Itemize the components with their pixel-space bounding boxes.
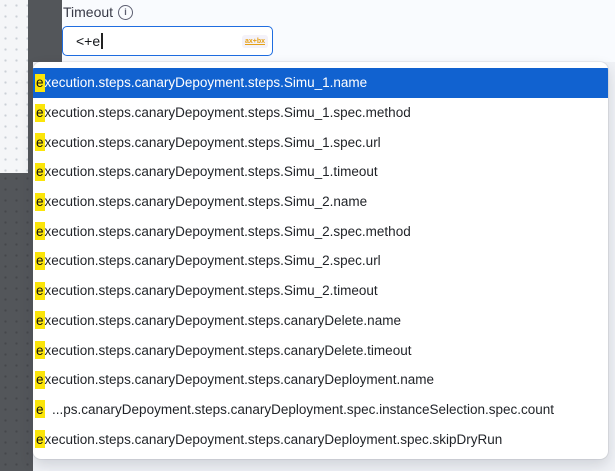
list-item[interactable]: execution.steps.canaryDepoyment.steps.Si… bbox=[33, 216, 608, 246]
item-path-text: xecution.steps.canaryDepoyment.steps.can… bbox=[45, 343, 412, 358]
timeout-label: Timeout bbox=[63, 4, 113, 20]
match-highlight: e bbox=[35, 133, 45, 151]
match-highlight: e bbox=[35, 222, 45, 240]
text-caret bbox=[101, 33, 103, 49]
item-path-text: xecution.steps.canaryDepoyment.steps.can… bbox=[45, 372, 434, 387]
list-item[interactable]: execution.steps.canaryDepoyment.steps.Si… bbox=[33, 127, 608, 157]
list-item[interactable]: execution.steps.canaryDepoyment.steps.Si… bbox=[33, 68, 608, 98]
list-item[interactable]: execution.steps.canaryDepoyment.steps.ca… bbox=[33, 365, 608, 395]
item-path-text: xecution.steps.canaryDepoyment.steps.Sim… bbox=[45, 253, 381, 268]
match-highlight: e bbox=[35, 252, 45, 270]
list-item[interactable]: execution.steps.canaryDepoyment.steps.Si… bbox=[33, 246, 608, 276]
match-highlight: e bbox=[35, 400, 45, 418]
timeout-input[interactable]: <+e ax+bx bbox=[62, 26, 273, 56]
match-highlight: e bbox=[35, 193, 45, 211]
item-path-text: xecution.steps.canaryDepoyment.steps.can… bbox=[45, 313, 401, 328]
list-item[interactable]: execution.steps.canaryDepoyment.steps.ca… bbox=[33, 424, 608, 454]
canvas-dark-region bbox=[0, 173, 33, 471]
item-path-text: xecution.steps.canaryDepoyment.steps.Sim… bbox=[45, 164, 378, 179]
list-item[interactable]: execution.steps.canaryDepoyment.steps.Si… bbox=[33, 276, 608, 306]
input-value: <+e bbox=[76, 33, 100, 49]
info-icon[interactable]: i bbox=[118, 5, 133, 20]
match-highlight: e bbox=[35, 341, 45, 359]
item-path-text: xecution.steps.canaryDepoyment.steps.Sim… bbox=[45, 224, 411, 239]
match-highlight: e bbox=[35, 311, 45, 329]
match-highlight: e bbox=[35, 163, 45, 181]
list-item[interactable]: execution.steps.canaryDepoyment.steps.ca… bbox=[33, 306, 608, 336]
match-highlight: e bbox=[35, 74, 45, 92]
expression-type-badge[interactable]: ax+bx bbox=[242, 35, 268, 48]
match-highlight: e bbox=[35, 282, 45, 300]
match-highlight: e bbox=[35, 104, 45, 122]
item-path-text: xecution.steps.canaryDepoyment.steps.Sim… bbox=[45, 105, 411, 120]
field-label-row: Timeout i bbox=[63, 4, 133, 20]
item-path-text: xecution.steps.canaryDepoyment.steps.Sim… bbox=[45, 135, 381, 150]
timeout-field-group: Timeout i <+e ax+bx bbox=[62, 0, 615, 62]
match-highlight: e bbox=[35, 371, 45, 389]
list-item[interactable]: execution.steps.canaryDepoyment.steps.Si… bbox=[33, 157, 608, 187]
list-item[interactable]: e ...ps.canaryDepoyment.steps.canaryDepl… bbox=[33, 395, 608, 425]
item-path-text: xecution.steps.canaryDepoyment.steps.can… bbox=[45, 432, 503, 447]
item-path-text: xecution.steps.canaryDepoyment.steps.Sim… bbox=[45, 194, 368, 209]
item-path-text: xecution.steps.canaryDepoyment.steps.Sim… bbox=[45, 283, 378, 298]
item-path-text: xecution.steps.canaryDepoyment.steps.Sim… bbox=[45, 75, 368, 90]
match-highlight: e bbox=[35, 430, 45, 448]
list-item[interactable]: execution.steps.canaryDepoyment.steps.Si… bbox=[33, 98, 608, 128]
list-item[interactable]: execution.steps.canaryDepoyment.steps.ca… bbox=[33, 335, 608, 365]
item-path-text: ...ps.canaryDepoyment.steps.canaryDeploy… bbox=[45, 402, 555, 417]
expression-suggestions-dropdown: execution.steps.canaryDepoyment.steps.Si… bbox=[33, 62, 608, 459]
list-item[interactable]: execution.steps.canaryDepoyment.steps.Si… bbox=[33, 187, 608, 217]
